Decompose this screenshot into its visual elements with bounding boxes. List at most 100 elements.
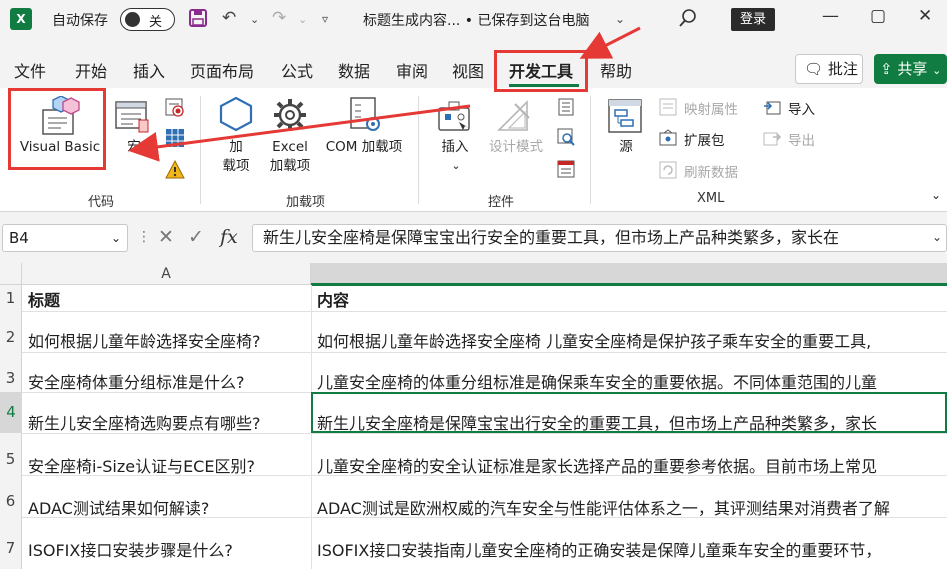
- autosave-toggle[interactable]: 关: [120, 8, 175, 31]
- formula-input[interactable]: 新生儿安全座椅是保障宝宝出行安全的重要工具，但市场上产品种类繁多，家长在: [252, 224, 947, 252]
- insert-function-icon[interactable]: fx: [220, 226, 238, 248]
- row-header-7[interactable]: 7: [0, 517, 22, 569]
- cell-a6[interactable]: ADAC测试结果如何解读?: [22, 495, 311, 519]
- select-all-corner[interactable]: [0, 263, 22, 285]
- customize-toolbar-icon[interactable]: ▿: [322, 12, 328, 26]
- export-icon: [762, 129, 782, 151]
- spreadsheet-grid[interactable]: A 1 标题 内容 2 如何根据儿童年龄选择安全座椅? 如何根据儿童年龄选择安全…: [0, 263, 947, 569]
- cancel-entry-icon[interactable]: ✕: [158, 226, 174, 248]
- column-header-a[interactable]: A: [22, 263, 311, 285]
- document-title[interactable]: 标题生成内容... • 已保存到这台电脑: [363, 10, 590, 30]
- tab-review[interactable]: 审阅: [396, 58, 428, 82]
- cell-b3[interactable]: 儿童安全座椅的体重分组标准是确保乘车安全的重要依据。不同体重范围的儿童: [311, 369, 947, 393]
- macros-button[interactable]: 宏: [114, 138, 154, 157]
- addins-icon: [216, 96, 256, 142]
- share-icon: ⇪: [880, 60, 893, 78]
- ribbon-developer: Visual Basic 宏 代码 加 载项 Excel 加载项 COM 加载项…: [0, 88, 947, 212]
- cell-a3[interactable]: 安全座椅体重分组标准是什么?: [22, 369, 311, 393]
- xml-source-button[interactable]: 源: [606, 138, 646, 157]
- maximize-icon[interactable]: ▢: [870, 6, 886, 26]
- view-code-icon[interactable]: [556, 128, 576, 150]
- map-properties-button[interactable]: 映射属性: [684, 98, 738, 118]
- design-mode-icon: [494, 98, 534, 142]
- record-macro-icon[interactable]: [164, 98, 186, 122]
- visual-basic-highlight: [8, 88, 106, 170]
- confirm-entry-icon[interactable]: ✓: [188, 226, 204, 248]
- excel-window: X 自动保存 关 ↶ ⌄ ↷ ⌄ ▿ 标题生成内容... • 已保存到这台电脑 …: [0, 0, 947, 569]
- macros-icon: [112, 98, 152, 142]
- tab-help[interactable]: 帮助: [600, 58, 632, 82]
- import-button[interactable]: 导入: [788, 98, 815, 118]
- row-header-5[interactable]: 5: [0, 433, 22, 475]
- tab-file[interactable]: 文件: [14, 58, 46, 82]
- share-label: 共享: [897, 60, 928, 78]
- search-icon[interactable]: [678, 8, 698, 33]
- excel-addins-button[interactable]: Excel 加载项: [260, 138, 320, 176]
- redo-dropdown-icon[interactable]: ⌄: [298, 13, 307, 26]
- expansion-pack-button[interactable]: 扩展包: [684, 129, 725, 149]
- row-header-4[interactable]: 4: [0, 392, 22, 433]
- formula-bar: B4 ⌄ ⋮ ✕ ✓ fx 新生儿安全座椅是保障宝宝出行安全的重要工具，但市场上…: [0, 220, 947, 256]
- design-mode-button[interactable]: 设计模式: [484, 138, 548, 157]
- cell-b1[interactable]: 内容: [311, 287, 947, 311]
- insert-dropdown-icon[interactable]: ⌄: [446, 156, 466, 175]
- export-button[interactable]: 导出: [788, 129, 815, 149]
- row-header-1[interactable]: 1: [0, 285, 22, 311]
- row-divider: [22, 311, 947, 312]
- addins-group-label: 加载项: [286, 195, 326, 210]
- cell-a7[interactable]: ISOFIX接口安装步骤是什么?: [22, 537, 311, 561]
- cell-a2[interactable]: 如何根据儿童年龄选择安全座椅?: [22, 328, 311, 352]
- tab-home[interactable]: 开始: [75, 58, 107, 82]
- tab-insert[interactable]: 插入: [133, 58, 165, 82]
- row-header-6[interactable]: 6: [0, 475, 22, 517]
- cell-a5[interactable]: 安全座椅i-Size认证与ECE区别?: [22, 453, 311, 477]
- properties-icon[interactable]: [556, 98, 576, 120]
- column-header-b[interactable]: [311, 263, 947, 285]
- code-group-label: 代码: [88, 195, 115, 210]
- tab-data[interactable]: 数据: [338, 58, 370, 82]
- share-button[interactable]: ⇪ 共享 ⌄: [874, 54, 947, 84]
- relative-reference-icon[interactable]: [164, 128, 186, 152]
- login-button[interactable]: 登录: [731, 8, 775, 31]
- run-dialog-icon[interactable]: [556, 160, 576, 182]
- cell-b5[interactable]: 儿童安全座椅的安全认证标准是家长选择产品的重要参考依据。目前市场上常见: [311, 453, 947, 477]
- addins-button[interactable]: 加 载项: [216, 138, 256, 176]
- redo-icon[interactable]: ↷: [272, 8, 286, 28]
- developer-tab-highlight: [494, 50, 588, 92]
- xml-group-label: XML: [697, 191, 725, 206]
- insert-control-button[interactable]: 插入: [436, 138, 474, 157]
- com-addins-button[interactable]: COM 加载项: [316, 138, 412, 157]
- cell-a4[interactable]: 新生儿安全座椅选购要点有哪些?: [22, 410, 311, 434]
- row-header-2[interactable]: 2: [0, 311, 22, 352]
- cell-b2[interactable]: 如何根据儿童年龄选择安全座椅 儿童安全座椅是保护孩子乘车安全的重要工具,: [311, 328, 947, 352]
- expand-formula-bar-icon[interactable]: ⌄: [932, 230, 942, 244]
- close-icon[interactable]: ✕: [918, 6, 932, 26]
- minimize-icon[interactable]: —: [822, 6, 839, 26]
- tab-formulas[interactable]: 公式: [281, 58, 313, 82]
- insert-control-icon: [436, 100, 474, 142]
- selected-column-indicator: [311, 283, 947, 286]
- com-addins-icon: [344, 96, 384, 142]
- name-box-dropdown-icon[interactable]: ⌄: [111, 225, 121, 251]
- collapse-ribbon-icon[interactable]: ⌄: [928, 186, 944, 205]
- cell-b7[interactable]: ISOFIX接口安装指南儿童安全座椅的正确安装是保障儿童乘车安全的重要环节，: [311, 537, 947, 561]
- save-icon[interactable]: [188, 8, 208, 33]
- comments-button[interactable]: 🗨 批注: [795, 54, 863, 84]
- cell-b6[interactable]: ADAC测试是欧洲权威的汽车安全与性能评估体系之一，其评测结果对消费者了解: [311, 495, 947, 519]
- row-header-3[interactable]: 3: [0, 352, 22, 392]
- tab-page-layout[interactable]: 页面布局: [190, 58, 254, 82]
- row-divider: [22, 352, 947, 353]
- comment-icon: 🗨: [804, 60, 824, 78]
- group-separator: [418, 96, 419, 204]
- undo-dropdown-icon[interactable]: ⌄: [250, 13, 259, 26]
- refresh-data-button[interactable]: 刷新数据: [684, 161, 738, 181]
- name-box[interactable]: B4 ⌄: [2, 224, 128, 252]
- tab-view[interactable]: 视图: [452, 58, 484, 82]
- row-divider: [22, 433, 947, 434]
- refresh-data-icon: [658, 161, 678, 183]
- title-dropdown-icon[interactable]: ⌄: [615, 12, 625, 26]
- cell-a1[interactable]: 标题: [22, 287, 311, 311]
- undo-icon[interactable]: ↶: [222, 8, 236, 28]
- autosave-label: 自动保存: [52, 13, 108, 29]
- macro-security-icon[interactable]: [164, 159, 186, 184]
